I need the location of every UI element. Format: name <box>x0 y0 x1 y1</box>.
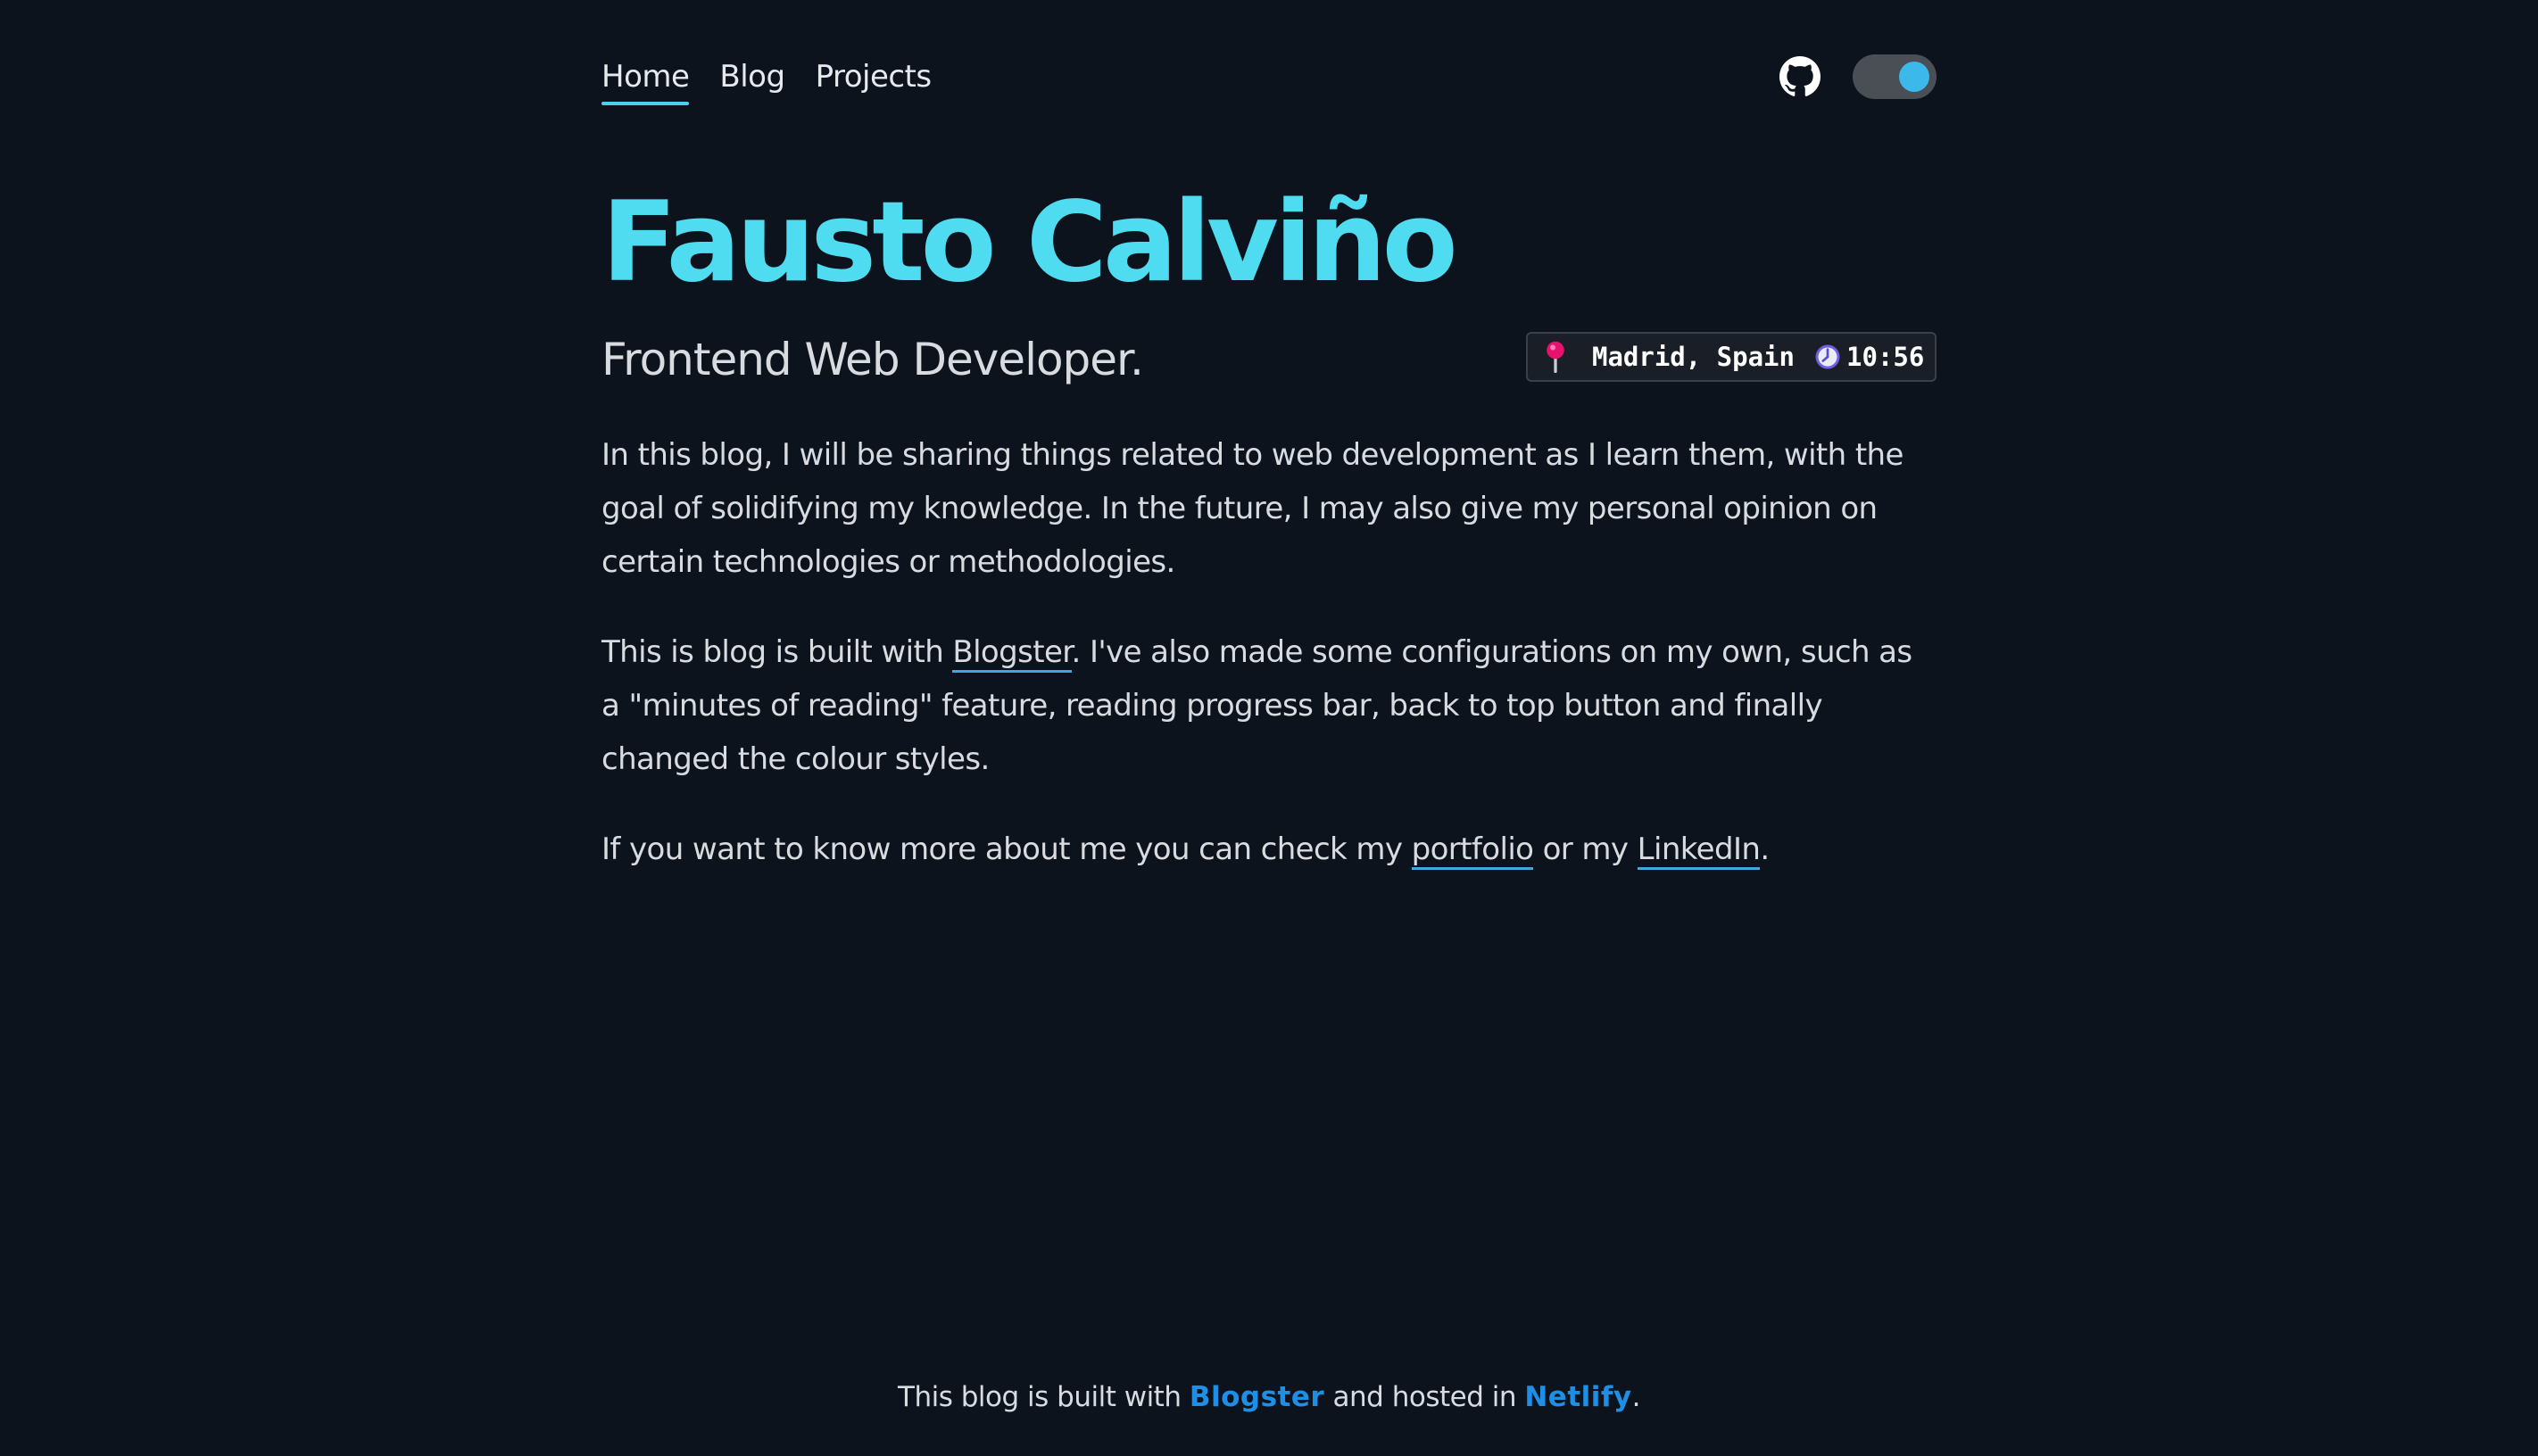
nav-link-home[interactable]: Home <box>601 52 690 105</box>
paragraph-text: or my <box>1533 831 1638 867</box>
page-subtitle: Frontend Web Developer. <box>601 334 1144 385</box>
footer-netlify-link[interactable]: Netlify <box>1524 1381 1631 1413</box>
intro-paragraph-1: In this blog, I will be sharing things r… <box>601 437 1904 580</box>
page-title: Fausto Calviño <box>601 178 1458 307</box>
location-badge: Madrid, Spain 10:56 <box>1526 332 1937 382</box>
paragraph-text: . <box>1760 831 1770 867</box>
github-icon[interactable] <box>1779 56 1821 97</box>
paragraph-text: If you want to know more about me you ca… <box>601 831 1412 867</box>
footer-blogster-link[interactable]: Blogster <box>1190 1381 1324 1413</box>
local-time: 10:56 <box>1845 342 1925 372</box>
intro-paragraph-2: This is blog is built with Blogster. I'v… <box>601 625 1937 786</box>
theme-toggle-knob <box>1899 62 1929 92</box>
paragraph-text: This is blog is built with <box>601 634 953 670</box>
clock-icon <box>1815 344 1840 369</box>
footer-text: . <box>1631 1381 1641 1413</box>
nav-link-blog[interactable]: Blog <box>719 52 785 102</box>
intro-content: In this blog, I will be sharing things r… <box>601 428 1937 913</box>
portfolio-link[interactable]: portfolio <box>1411 831 1534 870</box>
top-nav: Home Blog Projects <box>601 52 1937 105</box>
blogster-link[interactable]: Blogster <box>952 634 1072 673</box>
nav-actions <box>1779 52 1937 102</box>
intro-paragraph-3: If you want to know more about me you ca… <box>601 823 1937 876</box>
nav-links: Home Blog Projects <box>601 52 933 105</box>
location-text: Madrid, Spain <box>1592 342 1795 372</box>
nav-link-projects[interactable]: Projects <box>816 52 933 102</box>
linkedin-link[interactable]: LinkedIn <box>1637 831 1761 870</box>
theme-toggle[interactable] <box>1853 54 1937 99</box>
page: Home Blog Projects Fausto Calviño Fronte… <box>601 0 1937 1456</box>
pin-icon <box>1547 341 1564 373</box>
footer-text: and hosted in <box>1324 1381 1525 1413</box>
footer-text: This blog is built with <box>898 1381 1190 1413</box>
footer: This blog is built with Blogster and hos… <box>0 1372 2538 1422</box>
